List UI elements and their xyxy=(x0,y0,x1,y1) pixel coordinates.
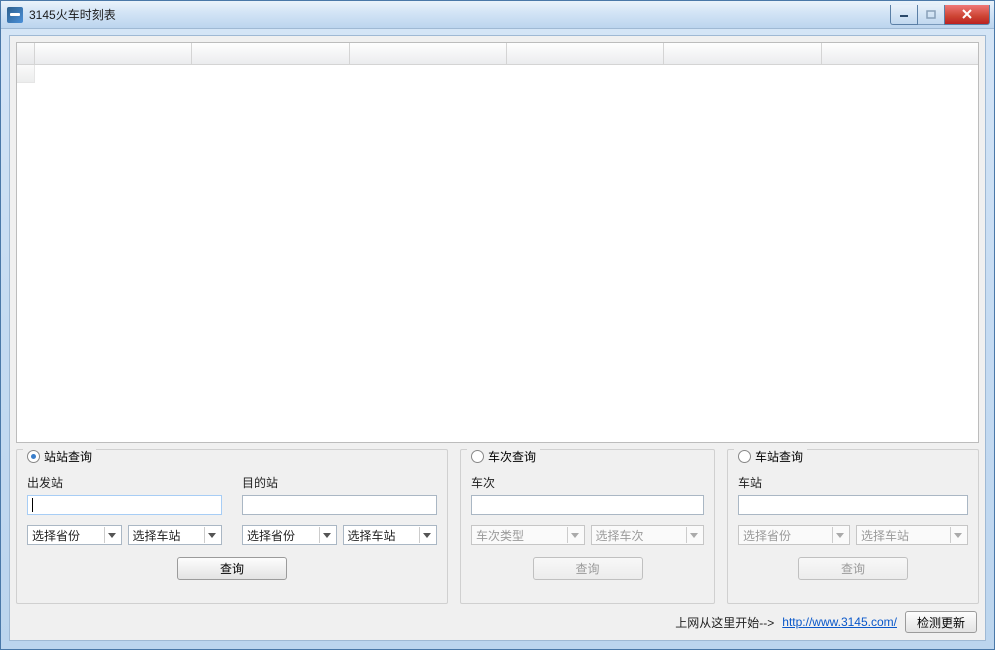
app-icon xyxy=(7,7,23,23)
chevron-down-icon xyxy=(204,527,219,543)
train-label: 车次 xyxy=(471,474,704,491)
grid-col-5[interactable] xyxy=(664,43,821,64)
single-province-value: 选择省份 xyxy=(743,527,828,544)
chevron-down-icon xyxy=(419,527,434,543)
station-legend[interactable]: 车站查询 xyxy=(734,448,807,464)
window-title: 3145火车时刻表 xyxy=(29,6,891,23)
train-select-value: 选择车次 xyxy=(596,527,683,544)
chevron-down-icon xyxy=(104,527,119,543)
grid-empty-row xyxy=(17,65,978,83)
chevron-down-icon xyxy=(686,527,701,543)
depart-input[interactable] xyxy=(27,495,222,515)
grid-corner xyxy=(17,43,35,64)
depart-province-select[interactable]: 选择省份 xyxy=(27,525,122,545)
single-station-label: 车站 xyxy=(738,474,968,491)
dest-province-select[interactable]: 选择省份 xyxy=(242,525,337,545)
check-update-button[interactable]: 检测更新 xyxy=(905,611,977,633)
grid-col-6[interactable] xyxy=(822,43,978,64)
depart-label: 出发站 xyxy=(27,474,222,491)
titlebar[interactable]: 3145火车时刻表 xyxy=(1,1,994,29)
train-type-value: 车次类型 xyxy=(476,527,563,544)
grid-header xyxy=(17,43,978,65)
train-input[interactable] xyxy=(471,495,704,515)
station-to-station-legend[interactable]: 站站查询 xyxy=(23,448,96,464)
depart-station-value: 选择车站 xyxy=(133,527,201,544)
train-type-select[interactable]: 车次类型 xyxy=(471,525,585,545)
dest-station-value: 选择车站 xyxy=(348,527,416,544)
station-to-station-radio[interactable] xyxy=(27,450,40,463)
train-number-radio[interactable] xyxy=(471,450,484,463)
train-number-label: 车次查询 xyxy=(488,448,536,465)
chevron-down-icon xyxy=(567,527,582,543)
train-number-legend[interactable]: 车次查询 xyxy=(467,448,540,464)
window-controls xyxy=(891,5,990,25)
train-number-panel: 车次查询 车次 车次类型 选择车次 xyxy=(460,449,715,604)
client-area: 站站查询 出发站 选择省份 选择车站 xyxy=(9,35,986,641)
chevron-down-icon xyxy=(832,527,847,543)
train-select[interactable]: 选择车次 xyxy=(591,525,705,545)
station-query-button[interactable]: 查询 xyxy=(177,557,287,580)
station-to-station-label: 站站查询 xyxy=(44,448,92,465)
grid-col-2[interactable] xyxy=(192,43,349,64)
single-station-select[interactable]: 选择车站 xyxy=(856,525,968,545)
single-station-input[interactable] xyxy=(738,495,968,515)
grid-col-1[interactable] xyxy=(35,43,192,64)
grid-col-4[interactable] xyxy=(507,43,664,64)
dest-province-value: 选择省份 xyxy=(247,527,315,544)
grid-row-header xyxy=(17,65,35,83)
dest-label: 目的站 xyxy=(242,474,437,491)
maximize-button xyxy=(917,5,945,25)
maximize-icon xyxy=(926,10,936,19)
grid-col-3[interactable] xyxy=(350,43,507,64)
station-to-station-panel: 站站查询 出发站 选择省份 选择车站 xyxy=(16,449,448,604)
grid-body xyxy=(17,65,978,442)
depart-station-select[interactable]: 选择车站 xyxy=(128,525,223,545)
train-query-button[interactable]: 查询 xyxy=(533,557,643,580)
single-station-query-button[interactable]: 查询 xyxy=(798,557,908,580)
footer: 上网从这里开始--> http://www.3145.com/ 检测更新 xyxy=(16,610,979,636)
minimize-icon xyxy=(899,10,909,18)
close-icon xyxy=(961,9,973,19)
close-button[interactable] xyxy=(944,5,990,25)
single-province-select[interactable]: 选择省份 xyxy=(738,525,850,545)
dest-input[interactable] xyxy=(242,495,437,515)
station-radio[interactable] xyxy=(738,450,751,463)
station-panel-label: 车站查询 xyxy=(755,448,803,465)
dest-station-select[interactable]: 选择车站 xyxy=(343,525,438,545)
app-window: 3145火车时刻表 xyxy=(0,0,995,650)
single-station-select-value: 选择车站 xyxy=(861,527,946,544)
station-panel: 车站查询 车站 选择省份 选择车站 xyxy=(727,449,979,604)
chevron-down-icon xyxy=(950,527,965,543)
chevron-down-icon xyxy=(319,527,334,543)
results-grid[interactable] xyxy=(16,42,979,443)
depart-province-value: 选择省份 xyxy=(32,527,100,544)
query-panels: 站站查询 出发站 选择省份 选择车站 xyxy=(16,449,979,604)
footer-pretext: 上网从这里开始--> xyxy=(675,614,774,631)
minimize-button[interactable] xyxy=(890,5,918,25)
footer-link[interactable]: http://www.3145.com/ xyxy=(782,615,897,629)
